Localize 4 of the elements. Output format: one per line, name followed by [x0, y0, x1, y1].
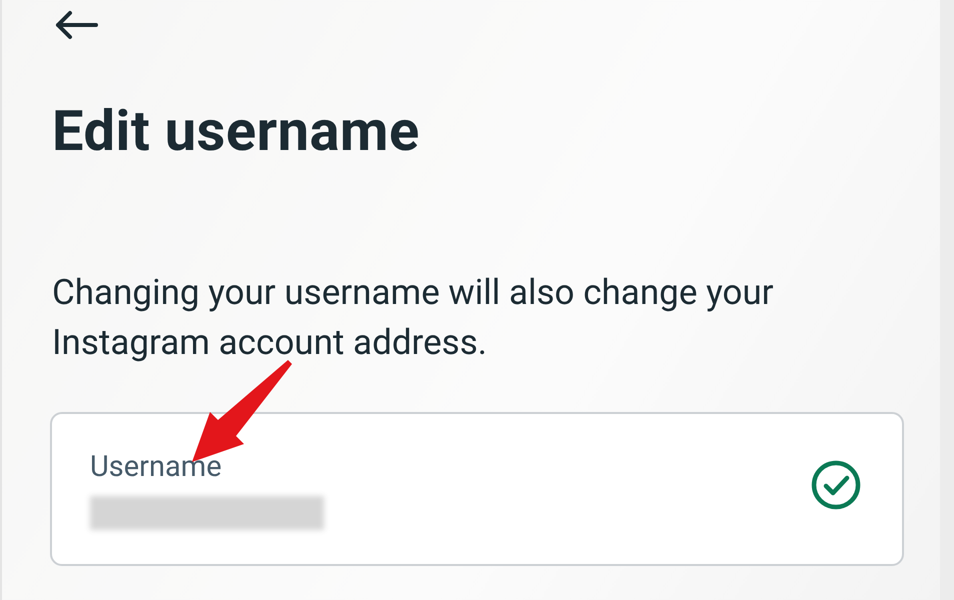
field-label: Username: [90, 450, 223, 484]
username-field[interactable]: Username: [50, 412, 904, 566]
description-text: Changing your username will also change your Instagram account address.: [52, 271, 774, 365]
page-title: Edit username: [52, 98, 421, 164]
